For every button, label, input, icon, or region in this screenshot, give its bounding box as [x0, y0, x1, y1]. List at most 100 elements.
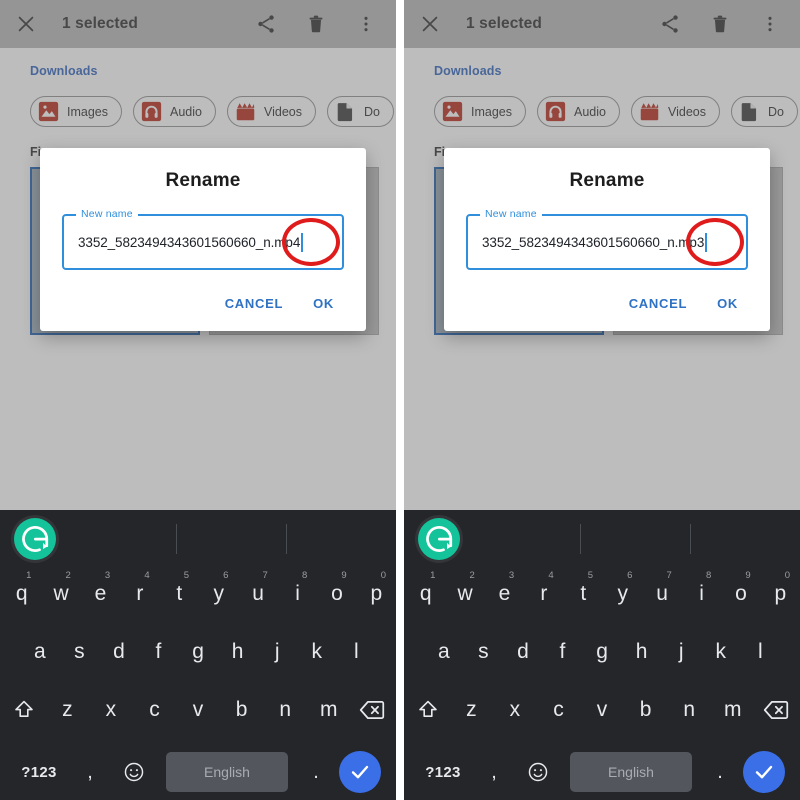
comma-key[interactable]: ,	[68, 761, 112, 784]
breadcrumb-downloads[interactable]: Downloads	[434, 64, 502, 78]
key-c[interactable]: c	[537, 684, 581, 736]
key-l[interactable]: l	[741, 626, 781, 678]
key-k[interactable]: k	[297, 626, 337, 678]
key-g[interactable]: g	[178, 626, 218, 678]
filter-chip-videos[interactable]: Videos	[226, 96, 316, 127]
breadcrumb-downloads[interactable]: Downloads	[30, 64, 98, 78]
key-j[interactable]: j	[661, 626, 701, 678]
key-n[interactable]: n	[263, 684, 307, 736]
key-p[interactable]: 0p	[761, 568, 800, 620]
grammarly-logo-icon[interactable]	[14, 518, 56, 560]
key-x[interactable]: x	[89, 684, 133, 736]
key-n[interactable]: n	[667, 684, 711, 736]
key-label: p	[774, 582, 787, 605]
key-m[interactable]: m	[711, 684, 755, 736]
key-v[interactable]: v	[176, 684, 220, 736]
key-v[interactable]: v	[580, 684, 624, 736]
filter-chip-videos[interactable]: Videos	[630, 96, 720, 127]
period-key[interactable]: .	[298, 761, 334, 784]
filter-chip-images[interactable]: Images	[434, 96, 526, 127]
key-z[interactable]: z	[450, 684, 494, 736]
shift-arrow-icon[interactable]	[406, 684, 450, 736]
trash-icon[interactable]	[706, 10, 734, 38]
emoji-smiley-icon[interactable]	[516, 761, 560, 783]
key-k[interactable]: k	[701, 626, 741, 678]
close-icon[interactable]	[12, 10, 40, 38]
filter-chip-images[interactable]: Images	[30, 96, 122, 127]
key-q[interactable]: 1q	[2, 568, 41, 620]
key-u[interactable]: 7u	[642, 568, 681, 620]
key-a[interactable]: a	[424, 626, 464, 678]
filter-chip-audio[interactable]: Audio	[537, 96, 620, 127]
key-e[interactable]: 3e	[81, 568, 120, 620]
key-s[interactable]: s	[464, 626, 504, 678]
period-key[interactable]: .	[702, 761, 738, 784]
filter-chip-audio[interactable]: Audio	[133, 96, 216, 127]
key-i[interactable]: 8i	[682, 568, 721, 620]
key-l[interactable]: l	[337, 626, 377, 678]
key-a[interactable]: a	[20, 626, 60, 678]
key-m[interactable]: m	[307, 684, 351, 736]
key-label: r	[540, 582, 548, 605]
key-b[interactable]: b	[220, 684, 264, 736]
cancel-button[interactable]: CANCEL	[629, 296, 687, 311]
key-q[interactable]: 1q	[406, 568, 445, 620]
close-icon[interactable]	[416, 10, 444, 38]
new-name-field[interactable]: New name 3352_5823494343601560660_n.mp4	[62, 208, 344, 270]
key-g[interactable]: g	[582, 626, 622, 678]
key-f[interactable]: f	[543, 626, 583, 678]
key-w[interactable]: 2w	[445, 568, 484, 620]
key-x[interactable]: x	[493, 684, 537, 736]
more-vert-icon[interactable]	[756, 10, 784, 38]
key-h[interactable]: h	[622, 626, 662, 678]
key-j[interactable]: j	[257, 626, 297, 678]
key-r[interactable]: 4r	[524, 568, 563, 620]
key-c[interactable]: c	[133, 684, 177, 736]
app-bar-actions	[252, 10, 380, 38]
key-h[interactable]: h	[218, 626, 258, 678]
more-vert-icon[interactable]	[352, 10, 380, 38]
key-t[interactable]: 5t	[564, 568, 603, 620]
ok-button[interactable]: OK	[313, 296, 334, 311]
grammarly-logo-icon[interactable]	[418, 518, 460, 560]
key-y[interactable]: 6y	[199, 568, 238, 620]
dialog-actions: CANCEL OK	[464, 270, 750, 323]
ok-button[interactable]: OK	[717, 296, 738, 311]
key-u[interactable]: 7u	[238, 568, 277, 620]
backspace-icon[interactable]	[351, 684, 395, 736]
key-y[interactable]: 6y	[603, 568, 642, 620]
key-r[interactable]: 4r	[120, 568, 159, 620]
space-key[interactable]: English	[570, 752, 692, 792]
share-icon[interactable]	[252, 10, 280, 38]
key-number-hint: 7	[262, 570, 268, 581]
space-key[interactable]: English	[166, 752, 288, 792]
key-f[interactable]: f	[139, 626, 179, 678]
trash-icon[interactable]	[302, 10, 330, 38]
key-o[interactable]: 9o	[721, 568, 760, 620]
shift-arrow-icon[interactable]	[2, 684, 46, 736]
share-icon[interactable]	[656, 10, 684, 38]
key-d[interactable]: d	[503, 626, 543, 678]
key-z[interactable]: z	[46, 684, 90, 736]
key-e[interactable]: 3e	[485, 568, 524, 620]
key-s[interactable]: s	[60, 626, 100, 678]
enter-key[interactable]	[334, 751, 386, 793]
key-w[interactable]: 2w	[41, 568, 80, 620]
symbols-key[interactable]: ?123	[10, 764, 68, 781]
enter-key[interactable]	[738, 751, 790, 793]
cancel-button[interactable]: CANCEL	[225, 296, 283, 311]
key-o[interactable]: 9o	[317, 568, 356, 620]
filter-chip-do[interactable]: Do	[730, 96, 798, 127]
symbols-key[interactable]: ?123	[414, 764, 472, 781]
key-p[interactable]: 0p	[357, 568, 396, 620]
filter-chip-do[interactable]: Do	[326, 96, 394, 127]
comma-key[interactable]: ,	[472, 761, 516, 784]
key-i[interactable]: 8i	[278, 568, 317, 620]
key-t[interactable]: 5t	[160, 568, 199, 620]
keyboard-row-2: asdfghjkl	[0, 626, 396, 684]
key-d[interactable]: d	[99, 626, 139, 678]
key-b[interactable]: b	[624, 684, 668, 736]
new-name-field[interactable]: New name 3352_5823494343601560660_n.mp3	[466, 208, 748, 270]
backspace-icon[interactable]	[755, 684, 799, 736]
emoji-smiley-icon[interactable]	[112, 761, 156, 783]
